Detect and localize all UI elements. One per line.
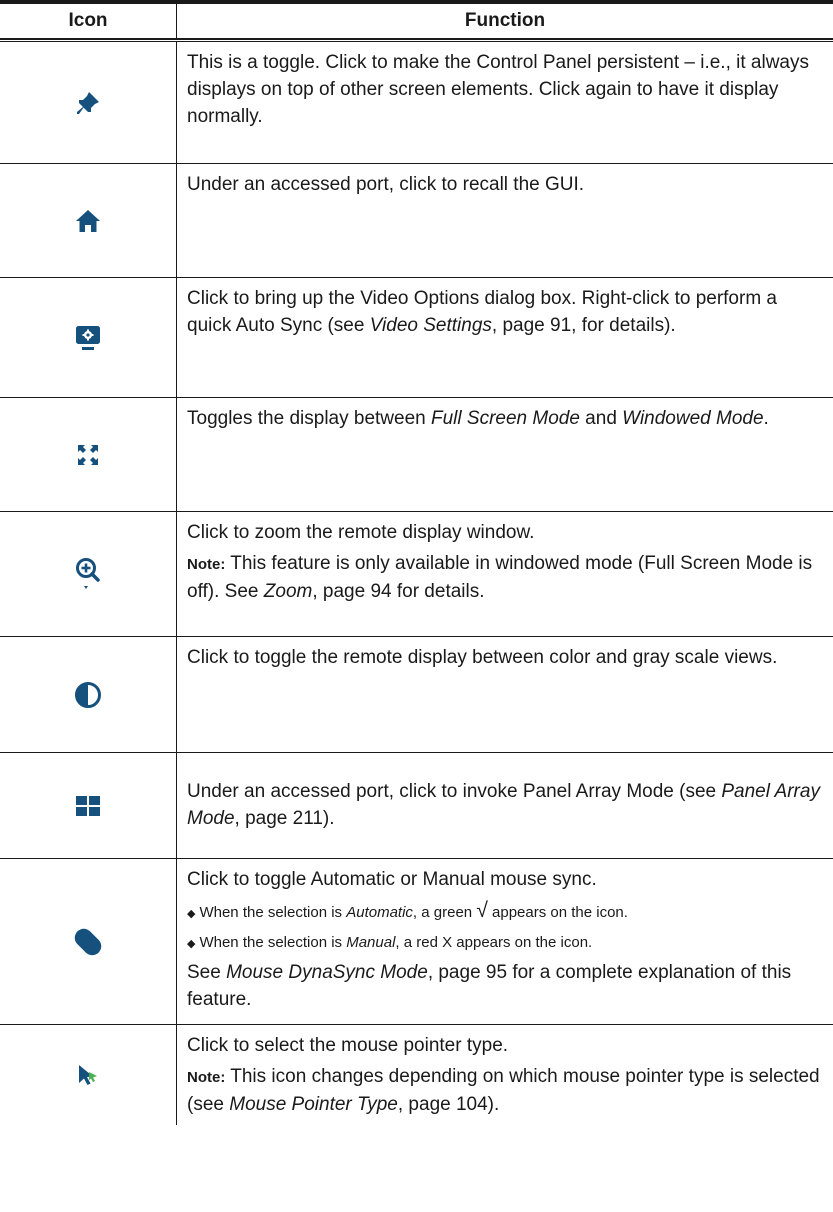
zoom-icon	[75, 557, 101, 591]
row-text: Click to bring up the Video Options dial…	[187, 288, 778, 336]
row-see-also: See Mouse DynaSync Mode, page 95 for a c…	[187, 962, 792, 1010]
row-text: Under an accessed port, click to recall …	[187, 174, 585, 195]
list-item: ◆ When the selection is Automatic, a gree…	[187, 899, 628, 922]
fullscreen-icon	[76, 443, 100, 467]
mouse-pointer-icon	[77, 1063, 99, 1087]
header-icon: Icon	[0, 4, 177, 38]
contrast-icon	[74, 681, 102, 709]
table-row: Click to select the mouse pointer type. …	[0, 1025, 833, 1125]
row-text: Click to zoom the remote display window.	[187, 522, 535, 543]
row-text: Toggles the display between Full Screen …	[187, 408, 769, 429]
icon-function-table: Icon Function This is a toggle. Click to…	[0, 0, 833, 1125]
video-settings-icon	[75, 325, 101, 351]
table-row: Click to zoom the remote display window.…	[0, 512, 833, 637]
row-note: Note: This icon changes depending on whi…	[187, 1066, 820, 1115]
home-icon	[75, 209, 101, 233]
table-row: Click to bring up the Video Options dial…	[0, 278, 833, 398]
row-text: Click to toggle the remote display betwe…	[187, 647, 778, 668]
header-function: Function	[464, 10, 546, 31]
row-text: Click to select the mouse pointer type.	[187, 1035, 509, 1056]
row-text: Click to toggle Automatic or Manual mous…	[187, 869, 597, 890]
table-header: Icon Function	[0, 4, 833, 39]
panel-array-icon	[76, 795, 100, 816]
table-row: This is a toggle. Click to make the Cont…	[0, 42, 833, 164]
pin-icon	[74, 89, 102, 117]
list-item: ◆ When the selection is Manual, a red X a…	[187, 934, 593, 951]
mouse-icon	[70, 924, 106, 960]
table-row: Under an accessed port, click to recall …	[0, 164, 833, 278]
row-text: This is a toggle. Click to make the Cont…	[187, 52, 809, 127]
table-row: Toggles the display between Full Screen …	[0, 398, 833, 512]
row-note: Note: This feature is only available in …	[187, 553, 813, 602]
row-text: Under an accessed port, click to invoke …	[187, 781, 820, 829]
table-header-wrap: Icon Function	[0, 4, 833, 42]
table-row: Click to toggle the remote display betwe…	[0, 637, 833, 753]
table-row: Under an accessed port, click to invoke …	[0, 753, 833, 859]
table-row: Click to toggle Automatic or Manual mous…	[0, 859, 833, 1025]
